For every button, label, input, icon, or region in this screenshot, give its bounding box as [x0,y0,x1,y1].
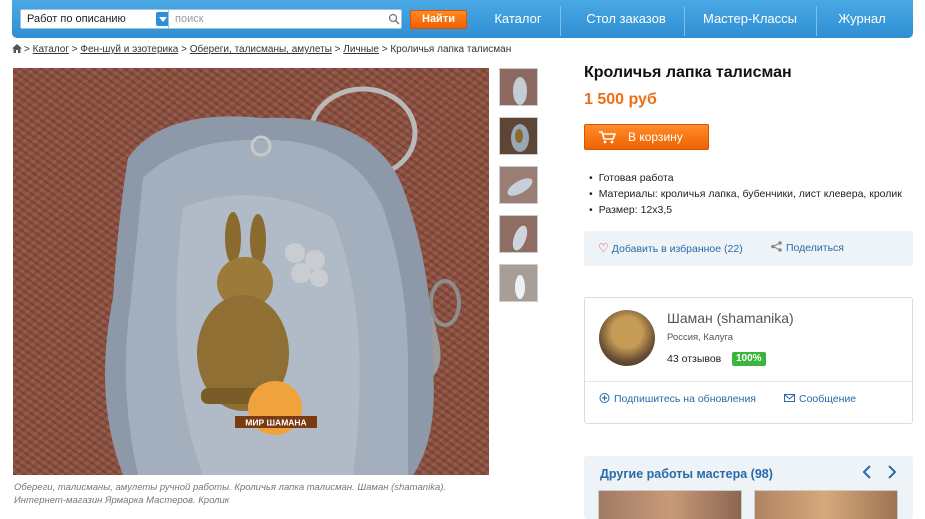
share-label: Поделиться [786,242,844,254]
home-icon[interactable] [12,44,22,53]
plus-icon [599,393,610,403]
breadcrumb: > Каталог > Фен-шуй и эзотерика > Оберег… [12,44,511,55]
add-to-favorites-link[interactable]: ♡ Добавить в избранное (22) [598,241,743,255]
cart-icon [599,131,617,144]
find-button[interactable]: Найти [410,10,467,29]
nav-orders[interactable]: Стол заказов [570,11,682,26]
feature-list: Готовая работа Материалы: кроличья лапка… [589,170,902,218]
product-photo[interactable]: МИР ШАМАНА [13,68,489,475]
divider [585,381,912,382]
product-title: Кроличья лапка талисман [584,64,792,81]
search-scope-label: Работ по описанию [27,13,126,25]
arrow-right-icon[interactable] [885,464,899,480]
share-link[interactable]: Поделиться [770,241,844,254]
photo-caption: Обереги, талисманы, амулеты ручной работ… [14,482,447,506]
breadcrumb-catalog[interactable]: Каталог [33,44,69,55]
feature-item: Размер: 12x3,5 [589,202,902,218]
other-works-title[interactable]: Другие работы мастера (98) [600,467,773,481]
subscribe-link[interactable]: Подпишитесь на обновления [599,393,756,405]
product-photo-illustration: МИР ШАМАНА [105,86,461,475]
thumbnail-image [512,225,528,251]
product-price: 1 500 руб [584,91,657,108]
thumbnail-1[interactable] [499,68,538,106]
message-label: Сообщение [799,393,857,405]
rating-badge: 100% [732,352,766,366]
subscribe-label: Подпишитесь на обновления [614,393,756,405]
breadcrumb-separator: > [381,44,388,55]
arrow-left-icon[interactable] [860,464,874,480]
thumbnail-4[interactable] [499,215,538,253]
search-icon[interactable] [388,13,400,25]
breadcrumb-personal[interactable]: Личные [343,44,379,55]
other-work-thumbnail[interactable] [754,490,898,519]
envelope-icon [784,394,795,402]
nav-catalog[interactable]: Каталог [492,11,544,26]
thumbnail-3[interactable] [499,166,538,204]
thumbnail-image [515,275,525,299]
thumbnail-2[interactable] [499,117,538,155]
seller-location: Россия, Калуга [667,332,734,343]
share-icon [771,241,782,252]
avatar[interactable] [599,310,655,366]
add-to-cart-button[interactable]: В корзину [584,124,709,150]
add-to-cart-label: В корзину [628,130,683,144]
favorites-label: Добавить в избранное (22) [611,243,743,255]
search-input[interactable] [168,9,402,29]
other-work-thumbnail[interactable] [598,490,742,519]
breadcrumb-separator: > [181,44,187,55]
breadcrumb-feng-shui[interactable]: Фен-шуй и эзотерика [80,44,178,55]
nav-divider [560,6,561,36]
search-scope-select[interactable]: Работ по описанию [20,9,173,29]
thumbnail-5[interactable] [499,264,538,302]
nav-divider [684,6,685,36]
breadcrumb-separator: > [71,44,78,55]
feature-item: Готовая работа [589,170,902,186]
seller-reviews[interactable]: 43 отзывов [667,353,721,365]
feature-item: Материалы: кроличья лапка, бубенчики, ли… [589,186,902,202]
heart-icon: ♡ [598,241,609,255]
breadcrumb-separator: > [334,44,341,55]
thumbnail-image [511,124,529,152]
nav-divider [816,6,817,36]
thumbnail-image [513,77,527,105]
top-bar: Работ по описанию Найти Каталог Стол зак… [12,0,913,38]
breadcrumb-current: Кроличья лапка талисман [390,44,512,55]
breadcrumb-separator: > [24,44,30,55]
thumbnail-image [507,178,533,196]
seller-card: Шаман (shamanika) Россия, Калуга 43 отзы… [584,297,913,424]
message-link[interactable]: Сообщение [784,393,856,405]
nav-master-classes[interactable]: Мастер-Классы [696,11,804,26]
seller-name[interactable]: Шаман (shamanika) [667,310,794,326]
breadcrumb-amulets[interactable]: Обереги, талисманы, амулеты [190,44,332,55]
watermark-text: МИР ШАМАНА [245,418,306,428]
nav-journal[interactable]: Журнал [830,11,894,26]
other-works-panel: Другие работы мастера (98) [584,456,913,519]
favorite-share-panel: ♡ Добавить в избранное (22) Поделиться [584,231,913,266]
